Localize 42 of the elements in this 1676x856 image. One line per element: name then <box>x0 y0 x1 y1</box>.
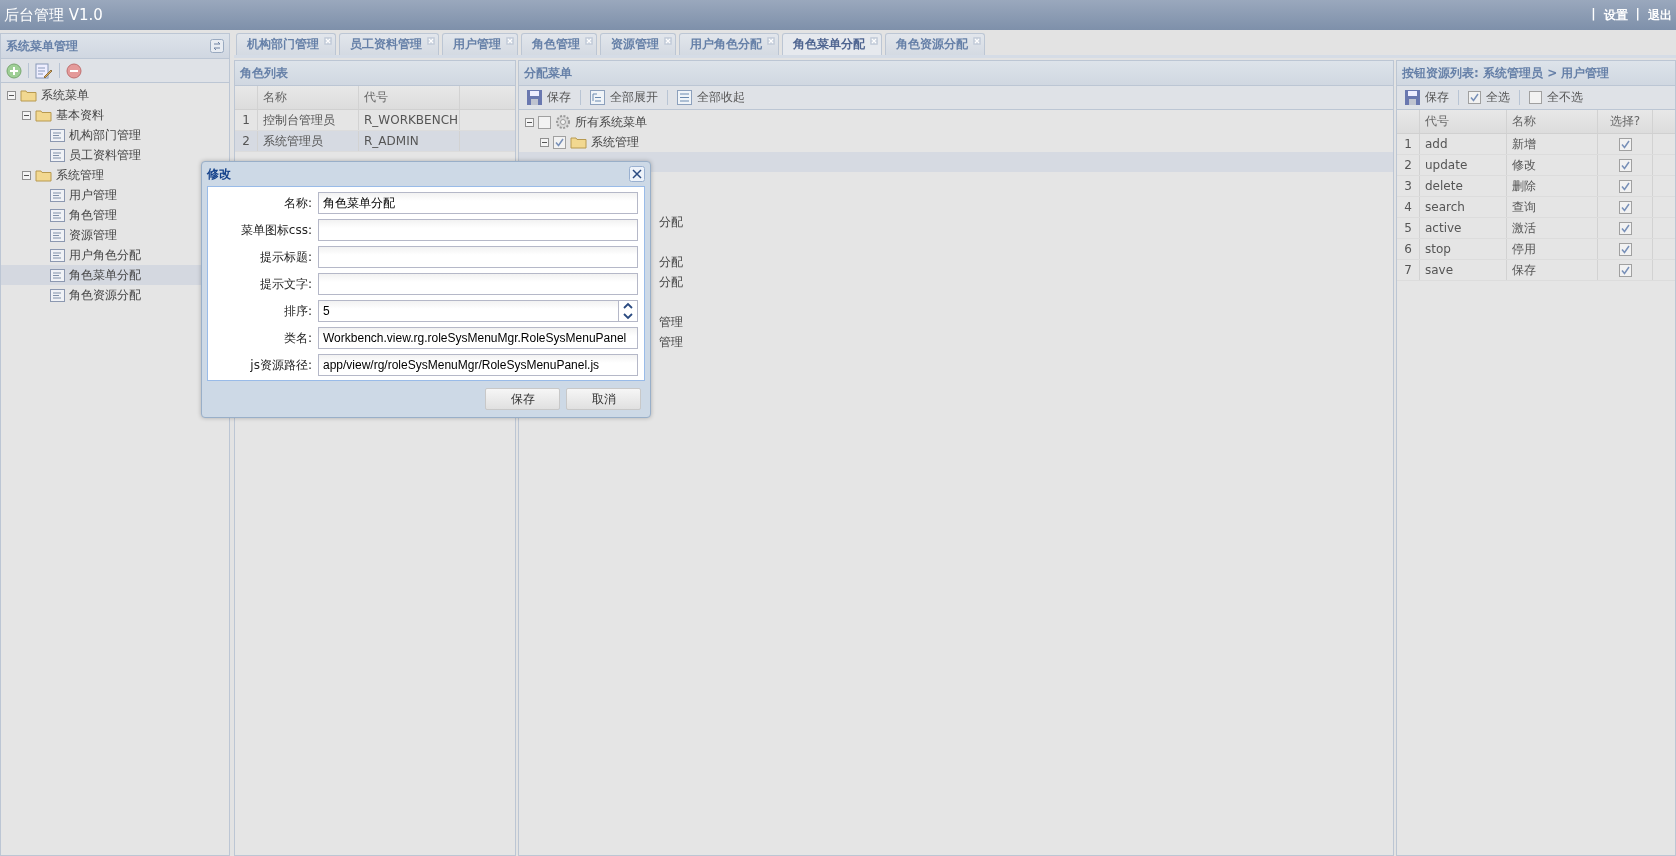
field-label: 名称: <box>282 194 312 212</box>
field-label: 提示文字: <box>258 275 312 293</box>
field-label: 菜单图标css: <box>239 221 312 239</box>
panel-title: 系统菜单管理 <box>6 37 78 55</box>
panel-title: 分配菜单 <box>524 64 572 82</box>
table-cell: 激活 <box>1507 218 1598 238</box>
table-cell: 系统管理员 <box>258 131 359 151</box>
table-cell: save <box>1420 260 1507 280</box>
table-cell: add <box>1420 134 1507 154</box>
field-label: 类名: <box>282 329 312 347</box>
panel-title: 角色列表 <box>240 64 288 82</box>
row-number: 4 <box>1397 197 1420 217</box>
table-cell: 修改 <box>1507 155 1598 175</box>
table-cell: 新增 <box>1507 134 1598 154</box>
row-number: 3 <box>1397 176 1420 196</box>
field-label: 排序: <box>282 302 312 320</box>
table-cell: R_WORKBENCH <box>359 110 460 130</box>
row-number: 1 <box>235 110 258 130</box>
row-number: 2 <box>1397 155 1420 175</box>
table-cell: search <box>1420 197 1507 217</box>
table-cell: delete <box>1420 176 1507 196</box>
table-cell: 保存 <box>1507 260 1598 280</box>
table-cell: stop <box>1420 239 1507 259</box>
row-number: 2 <box>235 131 258 151</box>
table-cell: active <box>1420 218 1507 238</box>
separator-mark: | <box>1591 6 1596 23</box>
app-title: 后台管理 V1.0 <box>4 5 103 25</box>
table-cell: 控制台管理员 <box>258 110 359 130</box>
table-cell: 删除 <box>1507 176 1598 196</box>
dialog-title: 修改 <box>207 165 231 183</box>
field-label: 提示标题: <box>258 248 312 266</box>
panel-title: 按钮资源列表: 系统管理员 > 用户管理 <box>1402 64 1610 82</box>
row-number: 7 <box>1397 260 1420 280</box>
separator-mark: | <box>1635 6 1640 23</box>
table-cell: 查询 <box>1507 197 1598 217</box>
table-cell: update <box>1420 155 1507 175</box>
row-number: 5 <box>1397 218 1420 238</box>
table-cell: R_ADMIN <box>359 131 460 151</box>
row-number: 1 <box>1397 134 1420 154</box>
field-label: js资源路径: <box>249 356 312 374</box>
table-cell: 停用 <box>1507 239 1598 259</box>
row-number: 6 <box>1397 239 1420 259</box>
